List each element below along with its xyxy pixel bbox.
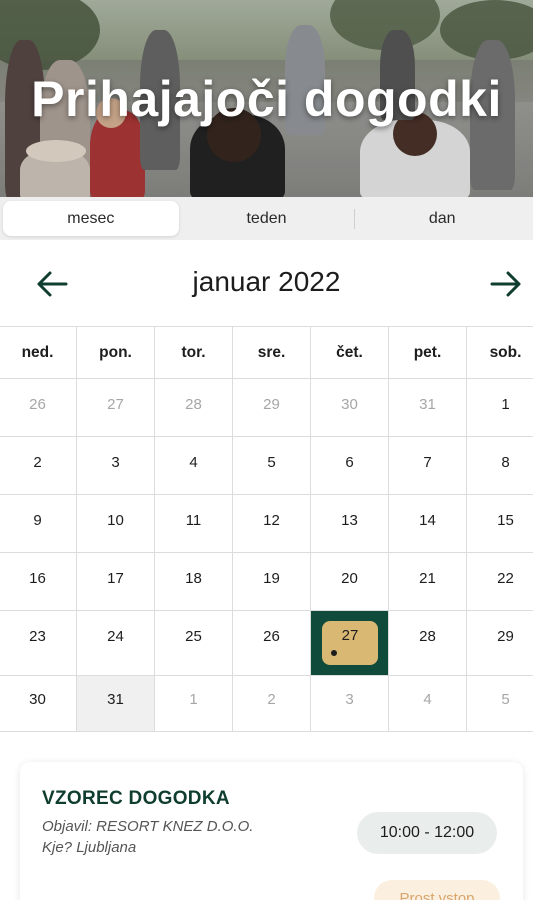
selected-day-badge: 27 xyxy=(322,621,378,665)
month-label: januar 2022 xyxy=(192,266,341,297)
weekday-thu: čet. xyxy=(311,326,389,379)
calendar-day-selected[interactable]: 27 xyxy=(311,611,389,676)
next-month-button[interactable] xyxy=(486,264,526,304)
weekday-wed: sre. xyxy=(233,326,311,379)
calendar-day[interactable]: 8 xyxy=(467,437,533,495)
tab-month[interactable]: mesec xyxy=(3,201,179,236)
calendar-week: 26 27 28 29 30 31 1 xyxy=(0,379,533,437)
arrow-right-icon xyxy=(490,271,521,297)
event-time-badge: 10:00 - 12:00 xyxy=(357,812,497,854)
event-indicator-dot xyxy=(331,650,337,656)
calendar-day[interactable]: 18 xyxy=(155,553,233,611)
calendar-day[interactable]: 28 xyxy=(389,611,467,676)
tab-week[interactable]: teden xyxy=(179,201,355,236)
calendar-day[interactable]: 14 xyxy=(389,495,467,553)
free-entry-badge: Prost vstop xyxy=(374,880,500,900)
weekday-fri: pet. xyxy=(389,326,467,379)
calendar-day[interactable]: 2 xyxy=(233,676,311,732)
weekday-sun: ned. xyxy=(0,326,77,379)
calendar-day[interactable]: 9 xyxy=(0,495,77,553)
weekday-sat: sob. xyxy=(467,326,533,379)
calendar-day[interactable]: 20 xyxy=(311,553,389,611)
calendar-week: 30 31 1 2 3 4 5 xyxy=(0,676,533,732)
calendar-day[interactable]: 29 xyxy=(467,611,533,676)
calendar-day[interactable]: 26 xyxy=(233,611,311,676)
calendar-day[interactable]: 1 xyxy=(467,379,533,437)
calendar-day[interactable]: 26 xyxy=(0,379,77,437)
event-card[interactable]: VZOREC DOGODKA Objavil: RESORT KNEZ D.O.… xyxy=(20,762,523,900)
calendar-day[interactable]: 15 xyxy=(467,495,533,553)
calendar-day[interactable]: 30 xyxy=(311,379,389,437)
event-meta: Objavil: RESORT KNEZ D.O.O. Kje? Ljublja… xyxy=(42,816,282,858)
calendar-day[interactable]: 12 xyxy=(233,495,311,553)
calendar-day[interactable]: 29 xyxy=(233,379,311,437)
calendar-day[interactable]: 23 xyxy=(0,611,77,676)
calendar-grid: ned. pon. tor. sre. čet. pet. sob. 26 27… xyxy=(0,326,533,732)
event-location: Kje? Ljubljana xyxy=(42,839,137,856)
calendar-day[interactable]: 11 xyxy=(155,495,233,553)
calendar-day[interactable]: 6 xyxy=(311,437,389,495)
calendar-day[interactable]: 5 xyxy=(233,437,311,495)
weekday-header: ned. pon. tor. sre. čet. pet. sob. xyxy=(0,326,533,379)
calendar-day[interactable]: 10 xyxy=(77,495,155,553)
calendar-day[interactable]: 3 xyxy=(77,437,155,495)
month-navigation: januar 2022 xyxy=(0,240,533,326)
view-switcher: mesec teden dan xyxy=(0,197,533,240)
calendar-day[interactable]: 7 xyxy=(389,437,467,495)
weekday-tue: tor. xyxy=(155,326,233,379)
calendar-day[interactable]: 4 xyxy=(389,676,467,732)
calendar-day[interactable]: 24 xyxy=(77,611,155,676)
calendar-day[interactable]: 27 xyxy=(77,379,155,437)
selected-day-number: 27 xyxy=(341,627,359,644)
calendar-week: 2 3 4 5 6 7 8 xyxy=(0,437,533,495)
page-title: Prihajajoči dogodki xyxy=(31,71,502,127)
calendar-day[interactable]: 4 xyxy=(155,437,233,495)
calendar-day[interactable]: 19 xyxy=(233,553,311,611)
calendar-day[interactable]: 22 xyxy=(467,553,533,611)
calendar-day[interactable]: 30 xyxy=(0,676,77,732)
calendar-day[interactable]: 31 xyxy=(77,676,155,732)
event-publisher: Objavil: RESORT KNEZ D.O.O. xyxy=(42,818,254,835)
event-title: VZOREC DOGODKA xyxy=(42,788,230,809)
calendar-day[interactable]: 13 xyxy=(311,495,389,553)
calendar-day[interactable]: 5 xyxy=(467,676,533,732)
calendar-day[interactable]: 3 xyxy=(311,676,389,732)
calendar-day[interactable]: 25 xyxy=(155,611,233,676)
calendar-week: 9 10 11 12 13 14 15 xyxy=(0,495,533,553)
weekday-mon: pon. xyxy=(77,326,155,379)
calendar-day[interactable]: 17 xyxy=(77,553,155,611)
calendar-day[interactable]: 2 xyxy=(0,437,77,495)
calendar-week: 23 24 25 26 27 28 29 xyxy=(0,611,533,676)
calendar-week: 16 17 18 19 20 21 22 xyxy=(0,553,533,611)
tab-day[interactable]: dan xyxy=(354,201,530,236)
calendar-day[interactable]: 31 xyxy=(389,379,467,437)
calendar-day[interactable]: 16 xyxy=(0,553,77,611)
calendar-day[interactable]: 28 xyxy=(155,379,233,437)
hero-banner: Prihajajoči dogodki xyxy=(0,0,533,197)
calendar-day[interactable]: 21 xyxy=(389,553,467,611)
calendar-day[interactable]: 1 xyxy=(155,676,233,732)
